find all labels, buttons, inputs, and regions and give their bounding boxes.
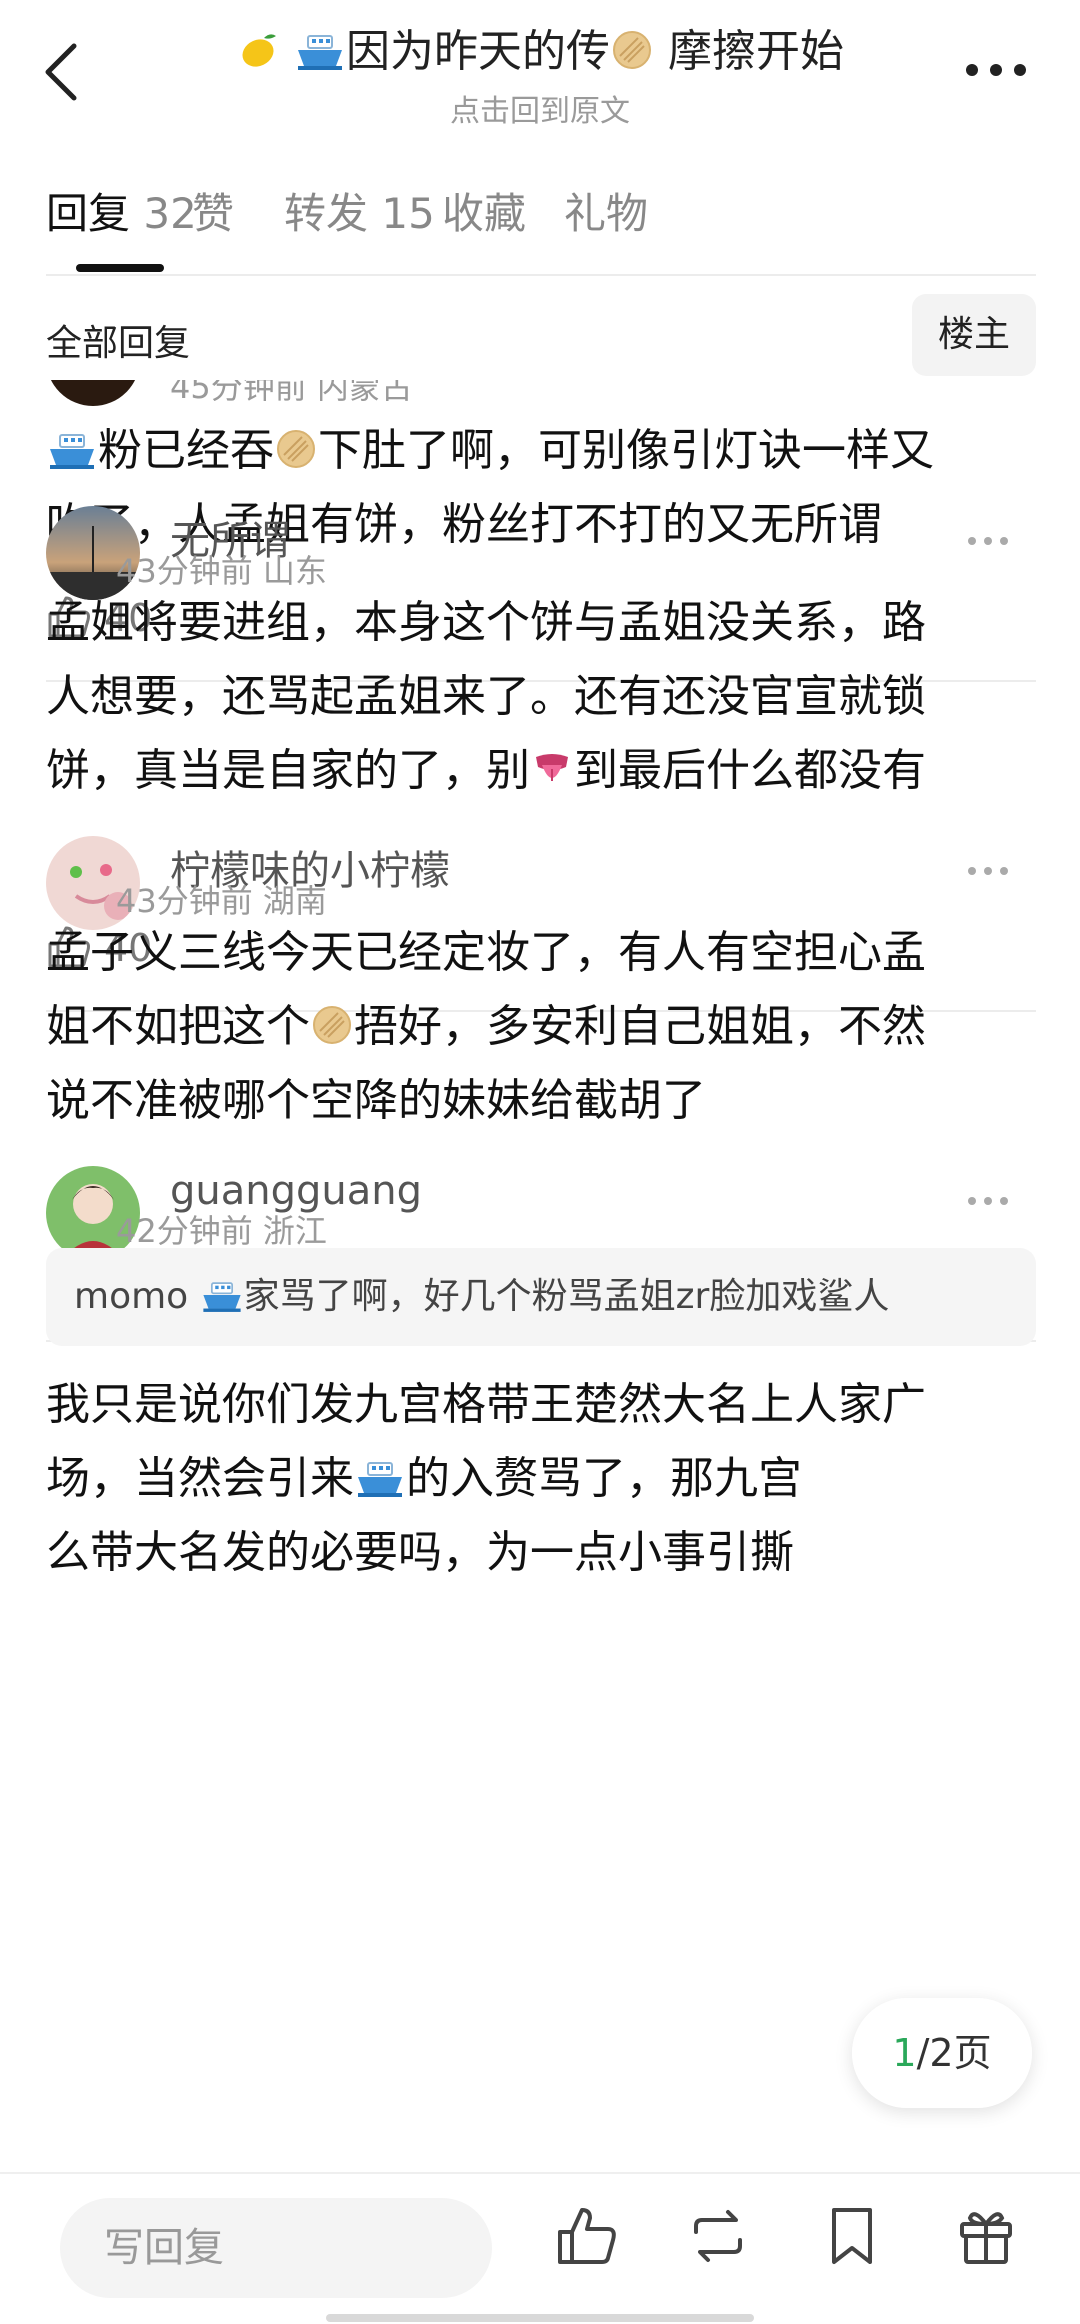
comment-line: 饼，真当是自家的了，别 到最后什么都没有 xyxy=(46,734,1036,808)
comment-line: 粉已经吞 下肚了啊，可别像引灯诀一样又 xyxy=(46,414,1036,488)
tab-label: 赞 xyxy=(192,189,235,238)
comment-line: 孟姐将要进组，本身这个饼与孟姐没关系，路 xyxy=(46,597,926,648)
owner-only-button[interactable]: 楼主 xyxy=(912,294,1036,376)
cookie-icon xyxy=(313,1006,351,1044)
text-span: momo xyxy=(74,1276,200,1317)
text-span: 家骂了啊，好几个粉骂孟姐zr脸加戏鲨人 xyxy=(243,1276,890,1317)
home-indicator xyxy=(326,2314,754,2322)
tab-gifts[interactable]: 礼物 xyxy=(564,180,648,241)
comment-line: 人想要，还骂起孟姐来了。还有还没官宣就锁 xyxy=(46,671,926,722)
text-span: 姐不如把这个 xyxy=(46,1001,310,1052)
title-text-part1: 因为昨天的传 xyxy=(346,26,610,77)
bottom-action-bar: 写回复 xyxy=(0,2172,1080,2324)
comment-more-icon[interactable] xyxy=(966,1194,1010,1208)
comment-text: 孟子义三线今天已经定妆了，有人有空担心孟 姐不如把这个 捂好，多安利自己姐姐，不… xyxy=(46,916,1036,1138)
tab-count: 32 xyxy=(143,189,197,238)
active-tab-indicator xyxy=(76,264,164,272)
tab-label: 收藏 xyxy=(442,189,527,238)
tab-count: 15 xyxy=(381,189,435,238)
cookie-icon xyxy=(277,430,315,468)
cookie-icon xyxy=(613,31,651,69)
top-nav-bar: 因为昨天的传 摩擦开始 点击回到原文 xyxy=(0,0,1080,140)
tab-likes[interactable]: 赞 xyxy=(192,180,234,241)
comment-feed[interactable]: 45分钟前 内蒙古 粉已经吞 下肚了啊，可别像引灯诀一样又 吹了，人孟姐有饼，粉… xyxy=(0,380,1080,2160)
tab-replies[interactable]: 回复 32 xyxy=(46,180,197,241)
comment-more-icon[interactable] xyxy=(966,534,1010,548)
post-title-area[interactable]: 因为昨天的传 摩擦开始 点击回到原文 xyxy=(200,22,880,130)
ship-icon xyxy=(203,1282,241,1312)
text-span: 饼，真当是自家的了，别 xyxy=(46,745,530,796)
tab-reposts[interactable]: 转发 15 xyxy=(284,180,435,241)
comment-line: 场，当然会引来 的入赘骂了，那九宫 xyxy=(46,1442,1036,1516)
page-indicator[interactable]: 1/2页 xyxy=(852,1998,1032,2108)
quoted-reply[interactable]: momo 家骂了啊，好几个粉骂孟姐zr脸加戏鲨人 xyxy=(46,1248,1036,1346)
comment-line: 我只是说你们发九宫格带王楚然大名上人家广 xyxy=(46,1379,926,1430)
bookmark-icon[interactable] xyxy=(820,2204,884,2268)
text-span: 捂好，多安利自己姐姐，不然 xyxy=(354,1001,926,1052)
title-text-part2: 摩擦开始 xyxy=(654,26,844,77)
comment-meta: 45分钟前 内蒙古 xyxy=(170,380,413,406)
ship-icon xyxy=(50,434,94,469)
tongue-face-icon xyxy=(536,754,568,781)
all-replies-label: 全部回复 xyxy=(46,323,191,364)
comment-line: 说不准被哪个空降的妹妹给截胡了 xyxy=(46,1075,706,1126)
comment-more-icon[interactable] xyxy=(966,864,1010,878)
text-span: 场，当然会引来 xyxy=(46,1453,354,1504)
gift-icon[interactable] xyxy=(954,2204,1018,2268)
text-span: 下肚了啊，可别像引灯诀一样又 xyxy=(318,425,934,476)
like-post-icon[interactable] xyxy=(554,2204,618,2268)
back-to-original-link[interactable]: 点击回到原文 xyxy=(200,86,880,130)
tab-favorites[interactable]: 收藏 xyxy=(442,180,526,241)
ship-icon xyxy=(358,1462,402,1497)
comment-line: 么带大名发的必要吗，为一点小事引撕 xyxy=(46,1527,794,1578)
back-arrow-icon[interactable] xyxy=(36,40,96,104)
current-page: 1 xyxy=(892,2031,917,2075)
reply-input[interactable]: 写回复 xyxy=(60,2198,492,2298)
repost-icon[interactable] xyxy=(686,2204,750,2268)
comment-line: 姐不如把这个 捂好，多安利自己姐姐，不然 xyxy=(46,990,1036,1064)
total-pages: /2页 xyxy=(916,2031,992,2075)
avatar[interactable] xyxy=(46,380,140,406)
lemon-icon xyxy=(242,34,276,67)
text-span: 粉已经吞 xyxy=(98,425,274,476)
tab-bar: 回复 32 赞 转发 15 收藏 礼物 xyxy=(46,170,1036,276)
post-title: 因为昨天的传 摩擦开始 xyxy=(200,22,880,82)
comment-meta: 42分钟前 浙江 xyxy=(116,1212,327,1250)
reply-filter-row: 全部回复 楼主 xyxy=(46,290,1036,380)
tab-label: 转发 xyxy=(284,189,369,238)
text-span: 的入赘骂了，那九宫 xyxy=(406,1453,802,1504)
text-span: 到最后什么都没有 xyxy=(574,745,926,796)
tab-label: 回复 xyxy=(46,189,131,238)
more-options-icon[interactable] xyxy=(964,58,1028,82)
tab-label: 礼物 xyxy=(564,189,649,238)
comment-line: 孟子义三线今天已经定妆了，有人有空担心孟 xyxy=(46,927,926,978)
ship-icon xyxy=(298,35,342,70)
comment-text: 我只是说你们发九宫格带王楚然大名上人家广 场，当然会引来 的入赘骂了，那九宫 么… xyxy=(46,1368,1036,1590)
comment-text: 孟姐将要进组，本身这个饼与孟姐没关系，路 人想要，还骂起孟姐来了。还有还没官宣就… xyxy=(46,586,1036,808)
